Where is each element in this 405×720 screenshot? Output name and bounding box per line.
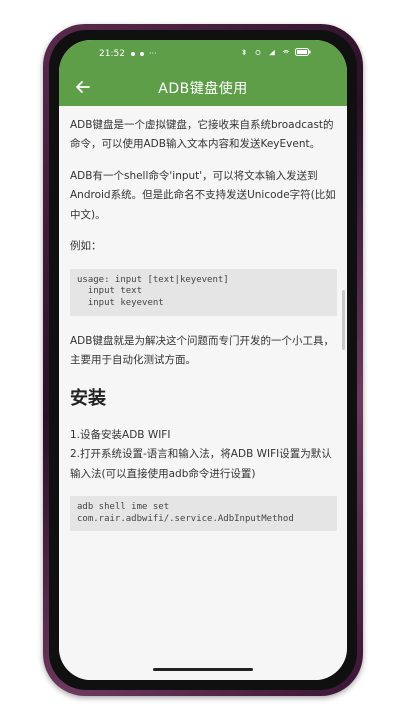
phone-frame: 21:52 ··· ADB键盘使用 ADB键盘是一个虚拟键盘，它接收来自系统br… [43, 24, 363, 696]
bluetooth-icon [242, 48, 246, 55]
paragraph-purpose: ADB键盘就是为解决这个问题而专门开发的一个小工具，主要用于自动化测试方面。 [70, 334, 334, 367]
status-bar: 21:52 ··· [59, 40, 347, 68]
status-time: 21:52 [99, 49, 125, 59]
article-content[interactable]: ADB键盘是一个虚拟键盘，它接收来自系统broadcast的命令，可以使用ADB… [59, 106, 347, 680]
code-block-ime: adb shell ime set com.rair.adbwifi/.serv… [70, 496, 337, 532]
status-right-icons [239, 48, 311, 56]
code-block-usage: usage: input [text|keyevent] input text … [70, 268, 337, 316]
battery-icon [295, 48, 311, 56]
heading-install: 安装 [70, 388, 106, 410]
wifi-icon [282, 49, 290, 55]
app-bar: ADB键盘使用 [59, 68, 347, 106]
paragraph-shell-input: ADB有一个shell命令'input'，可以将文本输入发送到Android系统… [70, 169, 336, 221]
phone-screen: 21:52 ··· ADB键盘使用 ADB键盘是一个虚拟键盘，它接收来自系统br… [59, 40, 347, 680]
install-step-2: 2.打开系统设置-语言和输入法，将ADB WIFI设置为默认输入法(可以直接使用… [70, 448, 332, 480]
status-left-icons: ··· [131, 49, 157, 58]
paragraph-example: 例如： [70, 240, 102, 253]
home-indicator[interactable] [153, 668, 253, 671]
notification-dot-icon [140, 52, 144, 56]
page-title: ADB键盘使用 [158, 81, 248, 97]
scrollbar[interactable] [342, 290, 345, 350]
signal-icon [269, 49, 275, 55]
notification-dot-icon [131, 52, 135, 56]
phone-bezel: 21:52 ··· ADB键盘使用 ADB键盘是一个虚拟键盘，它接收来自系统br… [49, 30, 357, 690]
install-step-1: 1.设备安装ADB WIFI [70, 428, 171, 441]
paragraph-intro: ADB键盘是一个虚拟键盘，它接收来自系统broadcast的命令，可以使用ADB… [70, 119, 334, 151]
sync-icon [255, 49, 261, 55]
more-icon: ··· [149, 49, 157, 58]
